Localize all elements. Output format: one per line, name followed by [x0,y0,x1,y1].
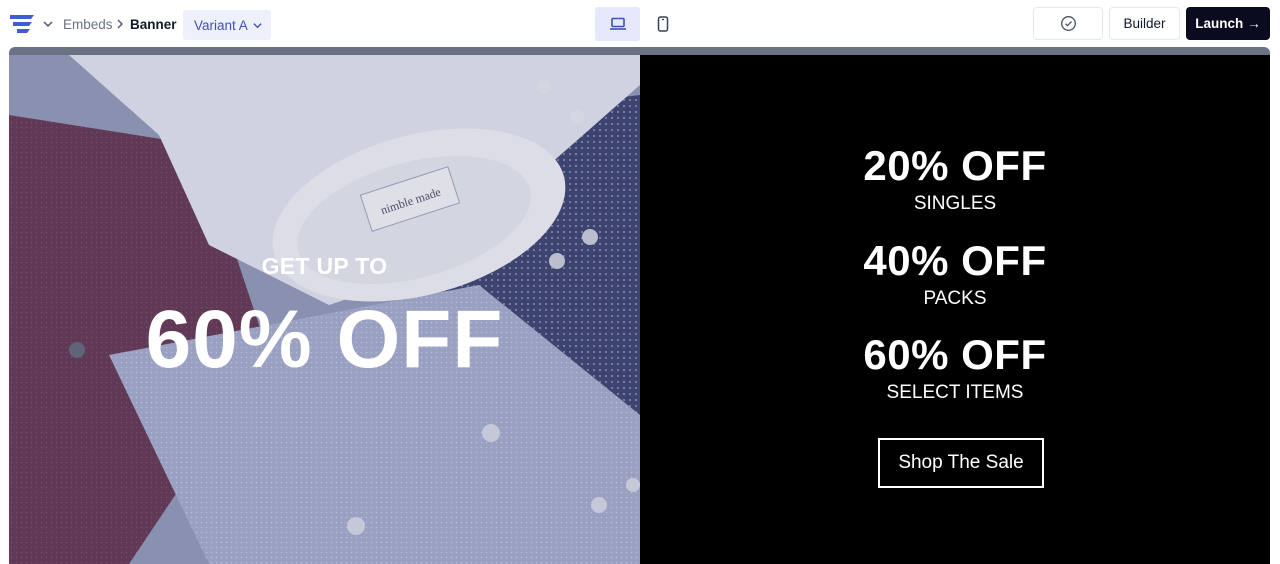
mobile-view-button[interactable] [640,7,685,41]
deal-label: SINGLES [913,193,997,214]
chevron-right-icon [117,19,123,29]
launch-label: Launch [1195,16,1244,31]
chevron-down-icon[interactable] [42,18,54,30]
banner-deals-panel: 20% OFF SINGLES 40% OFF PACKS 60% OFF SE… [640,55,1270,564]
deal-label: SELECT ITEMS [886,382,1024,403]
chevron-down-icon [253,22,262,28]
banner-headline: 60% OFF [145,294,504,385]
deal-label: PACKS [923,288,987,309]
brand-logo-icon[interactable] [9,13,35,35]
variant-label: Variant A [194,17,248,33]
deal-packs: 40% OFF PACKS [640,238,1270,310]
deal-percent: 40% OFF [863,237,1047,284]
deal-percent: 20% OFF [863,142,1047,189]
promo-banner: nimble made GET UP TO 60% OFF 20% OFF SI… [9,55,1270,564]
laptop-icon [609,17,626,30]
mobile-phone-icon [657,16,668,32]
shop-the-sale-button[interactable]: Shop The Sale [878,438,1044,488]
deal-select-items: 60% OFF SELECT ITEMS [640,332,1270,404]
breadcrumb-banner: Banner [130,17,177,32]
check-circle-icon [1060,16,1076,31]
desktop-view-button[interactable] [595,7,640,41]
banner-kicker: GET UP TO [261,253,388,279]
deal-singles: 20% OFF SINGLES [640,143,1270,215]
banner-image-panel: nimble made GET UP TO 60% OFF [9,55,640,564]
builder-button[interactable]: Builder [1109,7,1180,40]
preview-frame: nimble made GET UP TO 60% OFF 20% OFF SI… [9,47,1270,564]
deal-percent: 60% OFF [863,331,1047,378]
launch-button[interactable]: Launch → [1186,7,1270,40]
arrow-right-icon: → [1247,16,1261,31]
top-bar: Embeds Banner Variant A Builder Launch → [0,0,1280,48]
publish-status-button[interactable] [1033,7,1103,40]
variant-dropdown[interactable]: Variant A [183,10,271,40]
breadcrumb-embeds[interactable]: Embeds [63,16,113,33]
